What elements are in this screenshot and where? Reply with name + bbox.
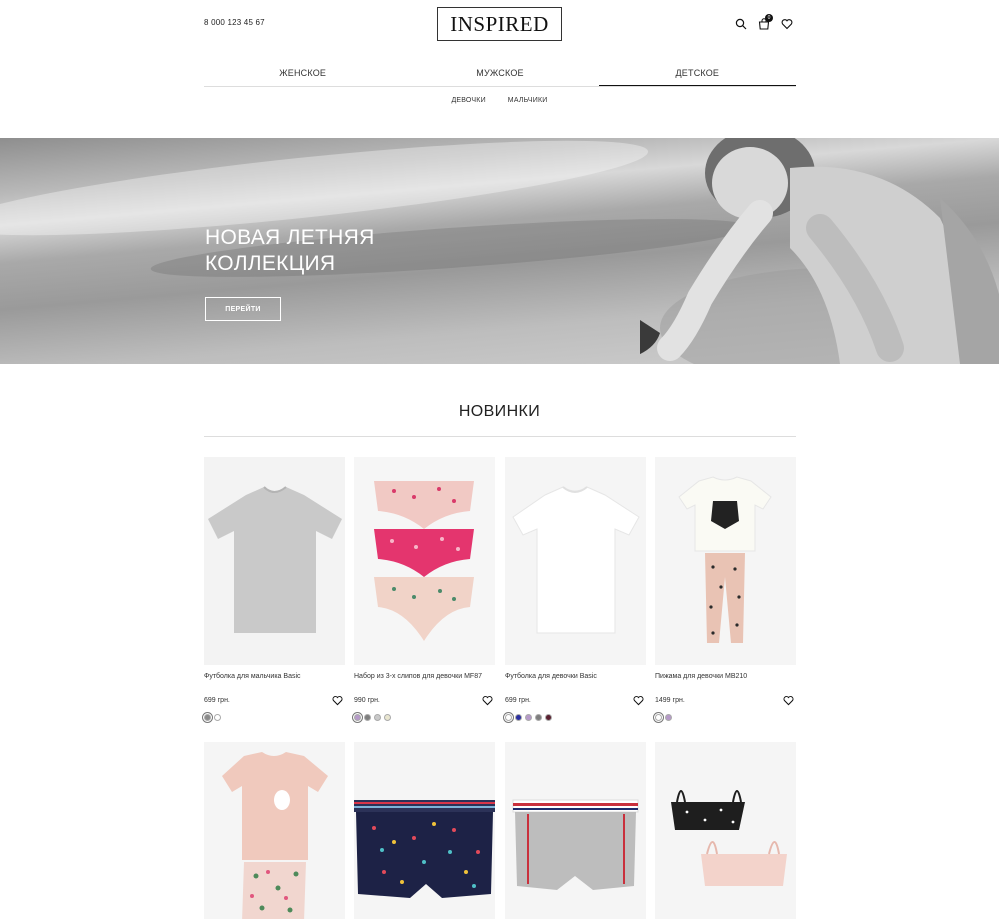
- heart-icon[interactable]: [780, 17, 793, 30]
- product-name[interactable]: Футболка для девочки Basic: [505, 673, 597, 680]
- product-name[interactable]: Пижама для девочки MB210: [655, 673, 747, 680]
- subcategory-boys[interactable]: МАЛЬЧИКИ: [508, 97, 548, 104]
- briefs-set-illustration: [374, 481, 474, 641]
- product-image[interactable]: [354, 742, 495, 919]
- product-image[interactable]: [204, 742, 345, 919]
- color-swatches: [503, 712, 552, 723]
- product-card[interactable]: [354, 742, 495, 919]
- product-price: 699 грн.: [204, 697, 230, 704]
- color-swatch[interactable]: [352, 712, 363, 723]
- product-price: 699 грн.: [505, 697, 531, 704]
- color-swatch[interactable]: [214, 714, 221, 721]
- color-swatches: [653, 712, 672, 723]
- product-image[interactable]: [505, 457, 646, 665]
- category-nav: ЖЕНСКОЕ МУЖСКОЕ ДЕТСКОЕ: [204, 60, 796, 87]
- search-icon[interactable]: [734, 17, 747, 30]
- product-name[interactable]: Футболка для мальчика Basic: [204, 673, 301, 680]
- tshirt-white-illustration: [512, 486, 640, 634]
- product-image[interactable]: [505, 742, 646, 919]
- boxers-navy-illustration: [354, 800, 495, 898]
- product-card[interactable]: [655, 742, 796, 919]
- header-actions: 0: [734, 14, 793, 30]
- color-swatch[interactable]: [374, 714, 381, 721]
- color-swatch[interactable]: [503, 712, 514, 723]
- tshirt-gray-illustration: [208, 486, 342, 633]
- hero-title: НОВАЯ ЛЕТНЯЯ КОЛЛЕКЦИЯ: [205, 225, 465, 277]
- product-card[interactable]: Футболка для мальчика Basic 699 грн.: [202, 457, 345, 723]
- section-divider: [204, 436, 796, 437]
- color-swatch[interactable]: [515, 714, 522, 721]
- bra-tops-illustration: [671, 790, 787, 886]
- color-swatch[interactable]: [525, 714, 532, 721]
- pink-pajama-illustration: [222, 752, 328, 919]
- color-swatch[interactable]: [384, 714, 391, 721]
- hero-go-button[interactable]: ПЕРЕЙТИ: [205, 297, 281, 321]
- tab-women[interactable]: ЖЕНСКОЕ: [204, 60, 401, 86]
- color-swatch[interactable]: [653, 712, 664, 723]
- hero-title-line1: НОВАЯ ЛЕТНЯЯ: [205, 226, 375, 249]
- product-card[interactable]: [505, 742, 646, 919]
- product-card[interactable]: [204, 742, 345, 919]
- boxers-gray-illustration: [512, 799, 639, 890]
- color-swatch[interactable]: [364, 714, 371, 721]
- subcategory-nav: ДЕВОЧКИ МАЛЬЧИКИ: [0, 97, 999, 104]
- product-price: 1499 грн.: [655, 697, 685, 704]
- heart-icon[interactable]: [332, 695, 343, 706]
- product-image[interactable]: [204, 457, 345, 665]
- color-swatch[interactable]: [665, 714, 672, 721]
- product-image[interactable]: [655, 457, 796, 665]
- hero-title-line2: КОЛЛЕКЦИЯ: [205, 252, 336, 275]
- product-card[interactable]: Пижама для девочки MB210 1499 грн.: [653, 457, 796, 723]
- color-swatches: [352, 712, 391, 723]
- color-swatch[interactable]: [202, 712, 213, 723]
- product-card[interactable]: Футболка для девочки Basic 699 грн.: [503, 457, 646, 723]
- heart-icon[interactable]: [783, 695, 794, 706]
- cart-icon[interactable]: 0: [757, 14, 773, 30]
- phone-number[interactable]: 8 000 123 45 67: [204, 18, 265, 27]
- heart-icon[interactable]: [482, 695, 493, 706]
- logo[interactable]: INSPIRED: [437, 7, 562, 41]
- hero-child-image: [640, 138, 999, 364]
- product-price: 990 грн.: [354, 697, 380, 704]
- subcategory-girls[interactable]: ДЕВОЧКИ: [451, 97, 485, 104]
- product-name[interactable]: Набор из 3-х слипов для девочки MF87: [354, 673, 482, 680]
- pajama-illustration: [678, 476, 772, 643]
- hero-banner: НОВАЯ ЛЕТНЯЯ КОЛЛЕКЦИЯ ПЕРЕЙТИ: [0, 138, 999, 364]
- color-swatch[interactable]: [545, 714, 552, 721]
- color-swatches: [202, 712, 221, 723]
- product-image[interactable]: [655, 742, 796, 919]
- tab-kids[interactable]: ДЕТСКОЕ: [598, 60, 796, 86]
- tab-men[interactable]: МУЖСКОЕ: [401, 60, 598, 86]
- product-card[interactable]: Набор из 3-х слипов для девочки MF87 990…: [352, 457, 495, 723]
- color-swatch[interactable]: [535, 714, 542, 721]
- section-title: НОВИНКИ: [458, 403, 541, 420]
- product-image[interactable]: [354, 457, 495, 665]
- cart-count-badge: 0: [765, 14, 773, 22]
- heart-icon[interactable]: [633, 695, 644, 706]
